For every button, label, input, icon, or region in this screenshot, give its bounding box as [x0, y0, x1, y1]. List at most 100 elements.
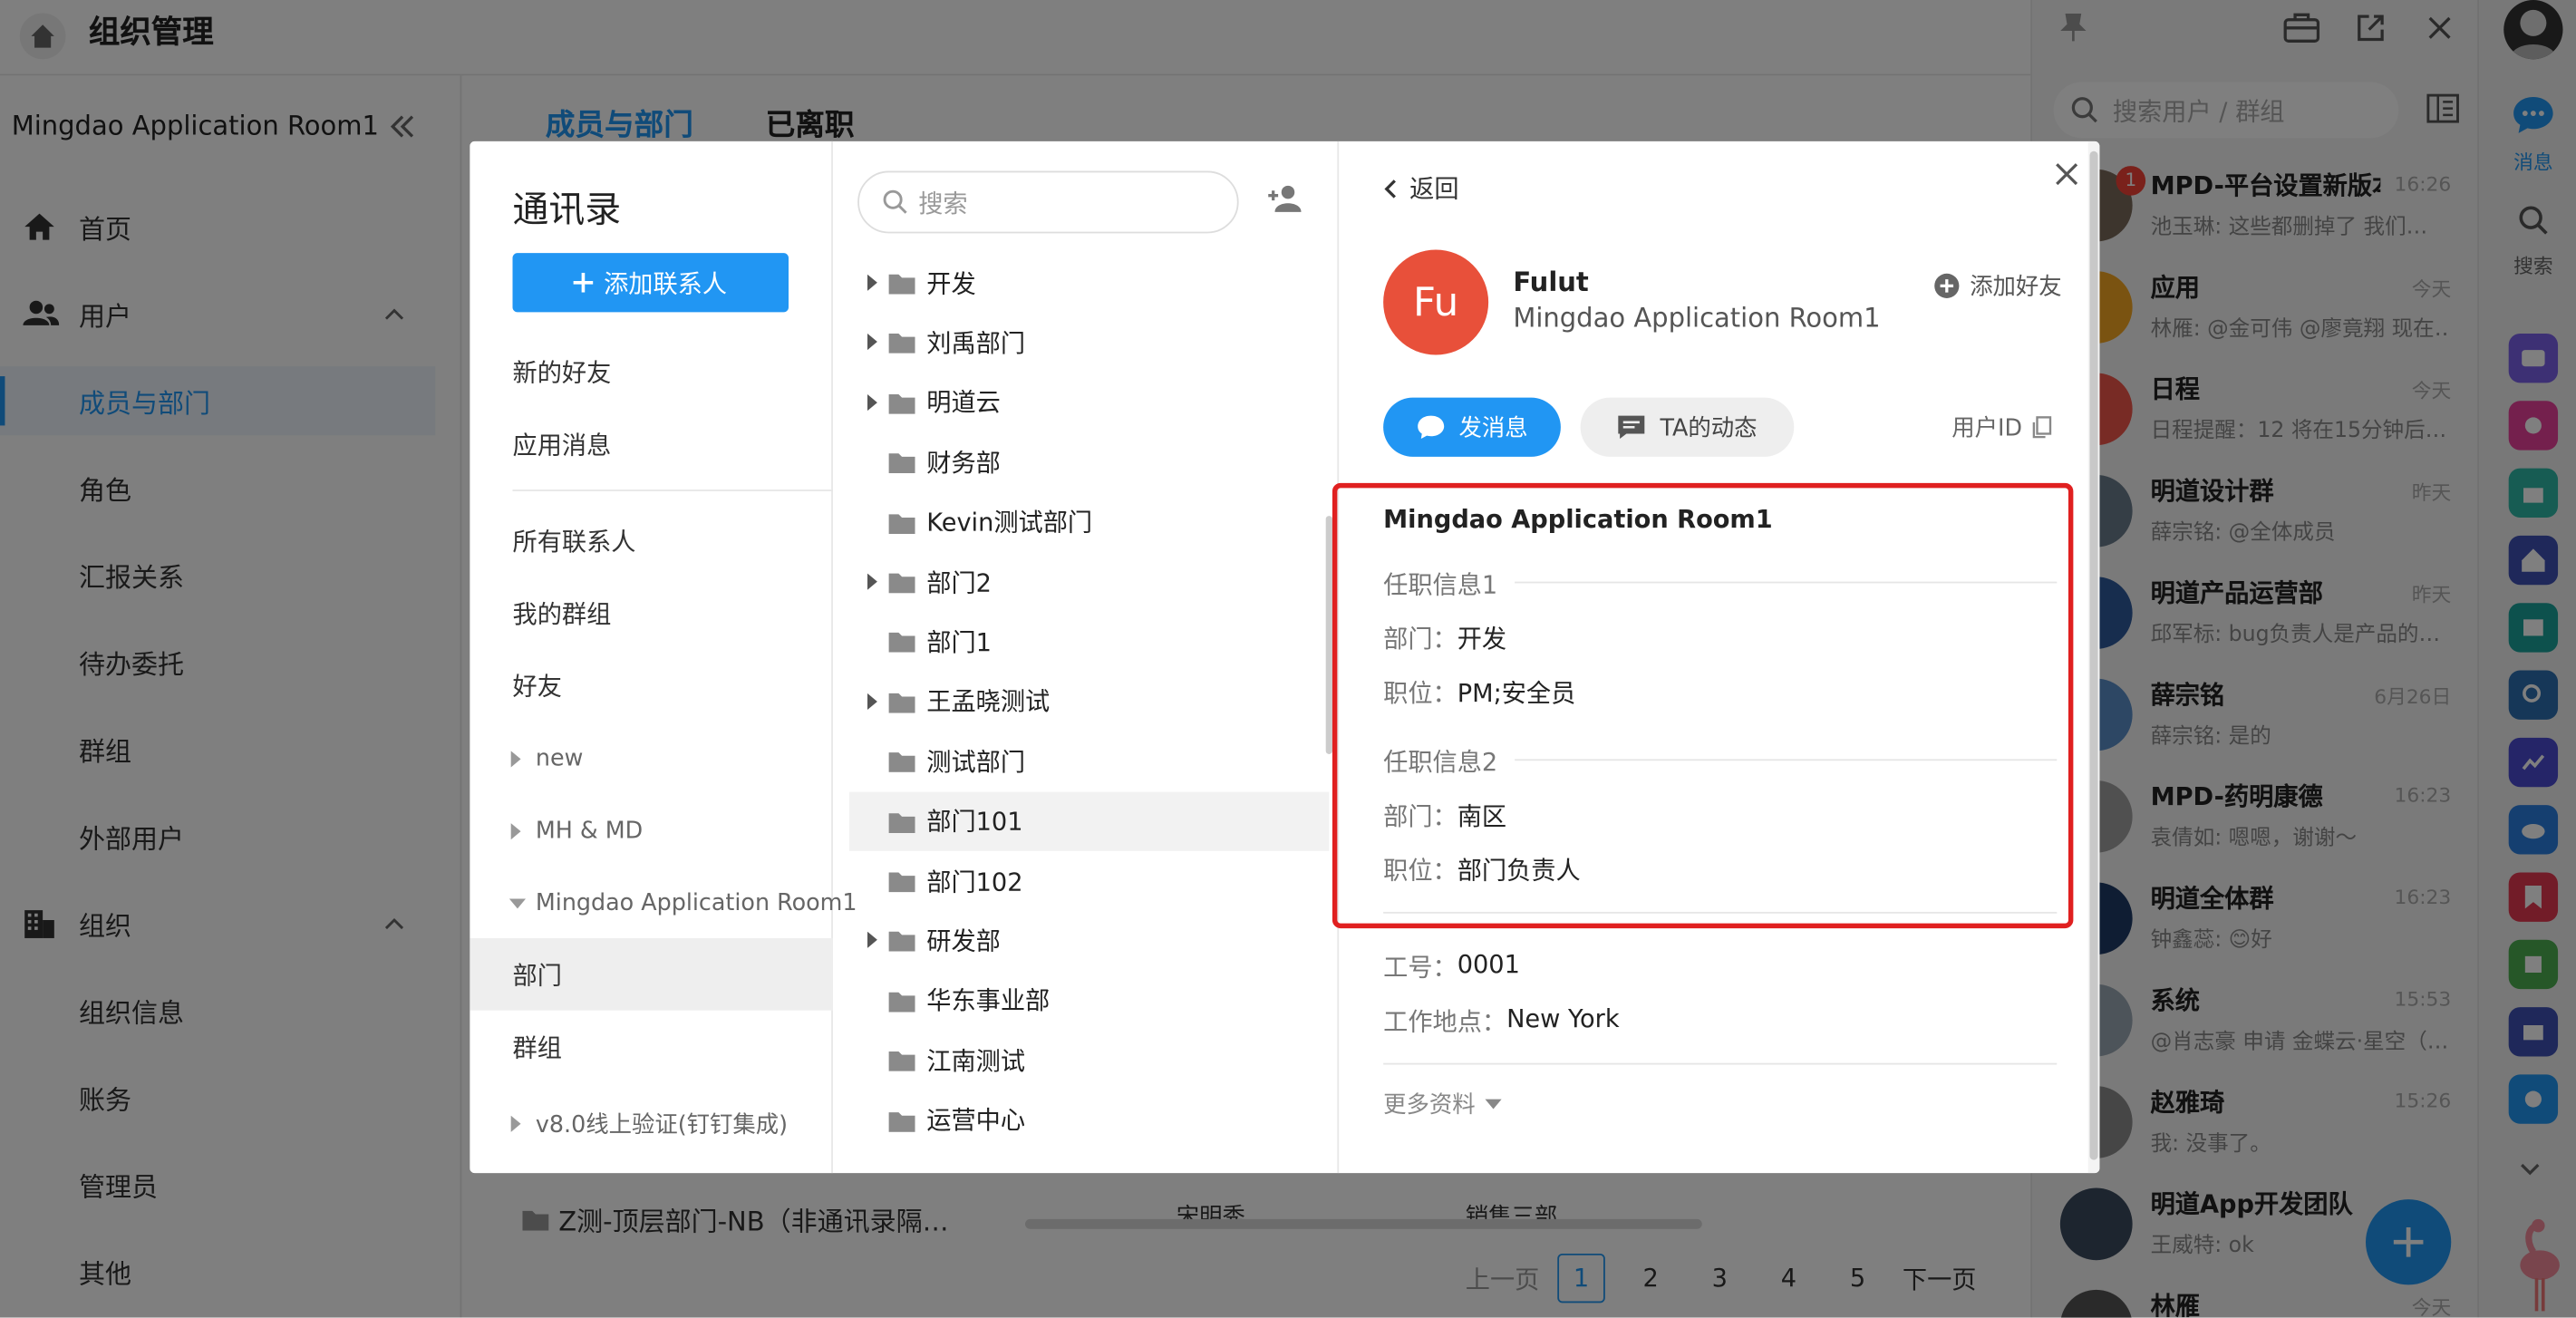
- folder-icon: [888, 750, 915, 773]
- caret-down-icon: [1485, 1099, 1502, 1110]
- position-section-1-title: 任职信息1: [1383, 569, 1498, 600]
- department-search-input[interactable]: 搜索: [857, 170, 1239, 234]
- nav-my-groups[interactable]: 我的群组: [513, 596, 612, 631]
- department-row[interactable]: 部门102: [849, 851, 1329, 910]
- caret-right-icon[interactable]: [866, 334, 879, 351]
- nav-all-contacts[interactable]: 所有联系人: [513, 524, 636, 558]
- user-feed-label: TA的动态: [1660, 415, 1758, 442]
- department-scrollbar[interactable]: [1325, 516, 1332, 754]
- department-name: 研发部: [926, 926, 1001, 956]
- position-section-2-title: 任职信息2: [1383, 747, 1498, 778]
- back-button[interactable]: 返回: [1383, 171, 1459, 206]
- department-row[interactable]: 刘禹部门: [849, 313, 1329, 372]
- department-name: Kevin测试部门: [926, 508, 1093, 538]
- contacts-modal: 通讯录 添加联系人 新的好友 应用消息 所有联系人 我的群组 好友 new MH…: [470, 141, 2100, 1174]
- position-1-department: 部门： 开发: [1383, 621, 1506, 655]
- profile-scrollbar[interactable]: [2087, 141, 2100, 1174]
- caret-right-icon: [510, 751, 521, 768]
- department-row[interactable]: 王孟晓测试: [849, 672, 1329, 731]
- user-id-label: 用户ID: [1951, 415, 2023, 442]
- position-1-title: 职位： PM;安全员: [1383, 675, 1575, 710]
- divider: [512, 489, 833, 491]
- plus-icon: [574, 272, 595, 293]
- caret-right-icon[interactable]: [866, 274, 879, 291]
- caret-right-icon: [510, 1115, 521, 1132]
- nav-friends[interactable]: 好友: [513, 669, 562, 703]
- caret-right-icon: [510, 823, 521, 840]
- field-label: 工作地点：: [1383, 1007, 1507, 1037]
- section-divider: [1515, 581, 2058, 584]
- back-label: 返回: [1409, 174, 1459, 204]
- nav-group-list[interactable]: 群组: [513, 1030, 562, 1064]
- search-icon: [883, 189, 907, 214]
- org-group-mingdao[interactable]: Mingdao Application Room1: [508, 890, 857, 916]
- department-name: 江南测试: [926, 1045, 1026, 1076]
- org-group-v8[interactable]: v8.0线上验证(钉钉集成): [509, 1108, 788, 1140]
- department-row[interactable]: 部门1: [849, 612, 1329, 671]
- employee-number: 工号： 0001: [1383, 950, 1520, 984]
- department-row[interactable]: 研发部: [849, 911, 1329, 970]
- folder-icon: [888, 809, 915, 833]
- close-icon[interactable]: [2054, 161, 2080, 188]
- nav-new-friends[interactable]: 新的好友: [513, 355, 612, 390]
- profile-org: Mingdao Application Room1: [1513, 302, 1881, 334]
- folder-icon: [888, 391, 915, 414]
- profile-avatar: Fu: [1383, 249, 1489, 355]
- org-group-new[interactable]: new: [509, 746, 583, 772]
- department-row[interactable]: 财务部: [849, 432, 1329, 491]
- more-info-toggle[interactable]: 更多资料: [1383, 1088, 1502, 1120]
- field-label: 部门：: [1383, 624, 1457, 654]
- org-group-label: MH & MD: [535, 818, 644, 845]
- add-user-icon[interactable]: [1266, 184, 1303, 214]
- section-divider: [1515, 759, 2058, 761]
- caret-right-icon[interactable]: [866, 932, 879, 949]
- chat-bubble-icon: [1418, 415, 1445, 439]
- nav-departments[interactable]: 部门: [513, 958, 562, 993]
- department-row[interactable]: 明道云: [849, 373, 1329, 431]
- folder-icon: [888, 989, 915, 1013]
- feed-icon: [1619, 415, 1646, 439]
- more-info-label: 更多资料: [1383, 1092, 1476, 1119]
- copy-icon: [2032, 416, 2052, 439]
- nav-app-messages[interactable]: 应用消息: [513, 427, 612, 461]
- department-name: 王孟晓测试: [926, 687, 1051, 717]
- folder-icon: [888, 1109, 915, 1132]
- department-row[interactable]: 运营中心: [849, 1090, 1329, 1149]
- department-row[interactable]: 部门101: [849, 790, 1330, 851]
- work-location: 工作地点： New York: [1383, 1003, 1619, 1038]
- add-friend-button[interactable]: 添加好友: [1933, 269, 2062, 302]
- caret-down-icon: [508, 898, 526, 909]
- divider: [1383, 1062, 2058, 1065]
- send-message-label: 发消息: [1458, 415, 1528, 442]
- department-name: 部门101: [926, 807, 1023, 837]
- caret-right-icon[interactable]: [866, 393, 879, 411]
- department-row[interactable]: Kevin测试部门: [849, 492, 1329, 551]
- department-row[interactable]: 江南测试: [849, 1031, 1329, 1090]
- department-name: 部门1: [926, 627, 992, 657]
- caret-right-icon[interactable]: [866, 573, 879, 590]
- user-feed-button[interactable]: TA的动态: [1580, 397, 1795, 457]
- folder-icon: [888, 690, 915, 713]
- divider: [1383, 911, 2058, 914]
- department-row[interactable]: 开发: [849, 253, 1329, 312]
- org-group-mh-md[interactable]: MH & MD: [509, 819, 643, 845]
- send-message-button[interactable]: 发消息: [1383, 397, 1561, 457]
- department-name: 部门2: [926, 567, 992, 597]
- user-id-button[interactable]: 用户ID: [1951, 411, 2052, 443]
- department-name: 财务部: [926, 448, 1001, 478]
- field-value: 部门负责人: [1457, 856, 1581, 886]
- department-row[interactable]: 华东事业部: [849, 971, 1329, 1030]
- folder-icon: [888, 451, 915, 474]
- org-group-label: new: [535, 745, 584, 772]
- department-row[interactable]: 部门2: [849, 552, 1329, 611]
- department-name: 测试部门: [926, 747, 1026, 777]
- department-name: 部门102: [926, 867, 1023, 896]
- department-row[interactable]: 测试部门: [849, 732, 1329, 790]
- modal-title: 通讯录: [512, 190, 622, 232]
- chevron-left-icon: [1384, 179, 1396, 198]
- caret-right-icon[interactable]: [866, 693, 879, 710]
- add-contact-button[interactable]: 添加联系人: [512, 253, 789, 313]
- field-value: PM;安全员: [1457, 678, 1576, 709]
- folder-icon: [888, 570, 915, 594]
- folder-icon: [888, 1049, 915, 1072]
